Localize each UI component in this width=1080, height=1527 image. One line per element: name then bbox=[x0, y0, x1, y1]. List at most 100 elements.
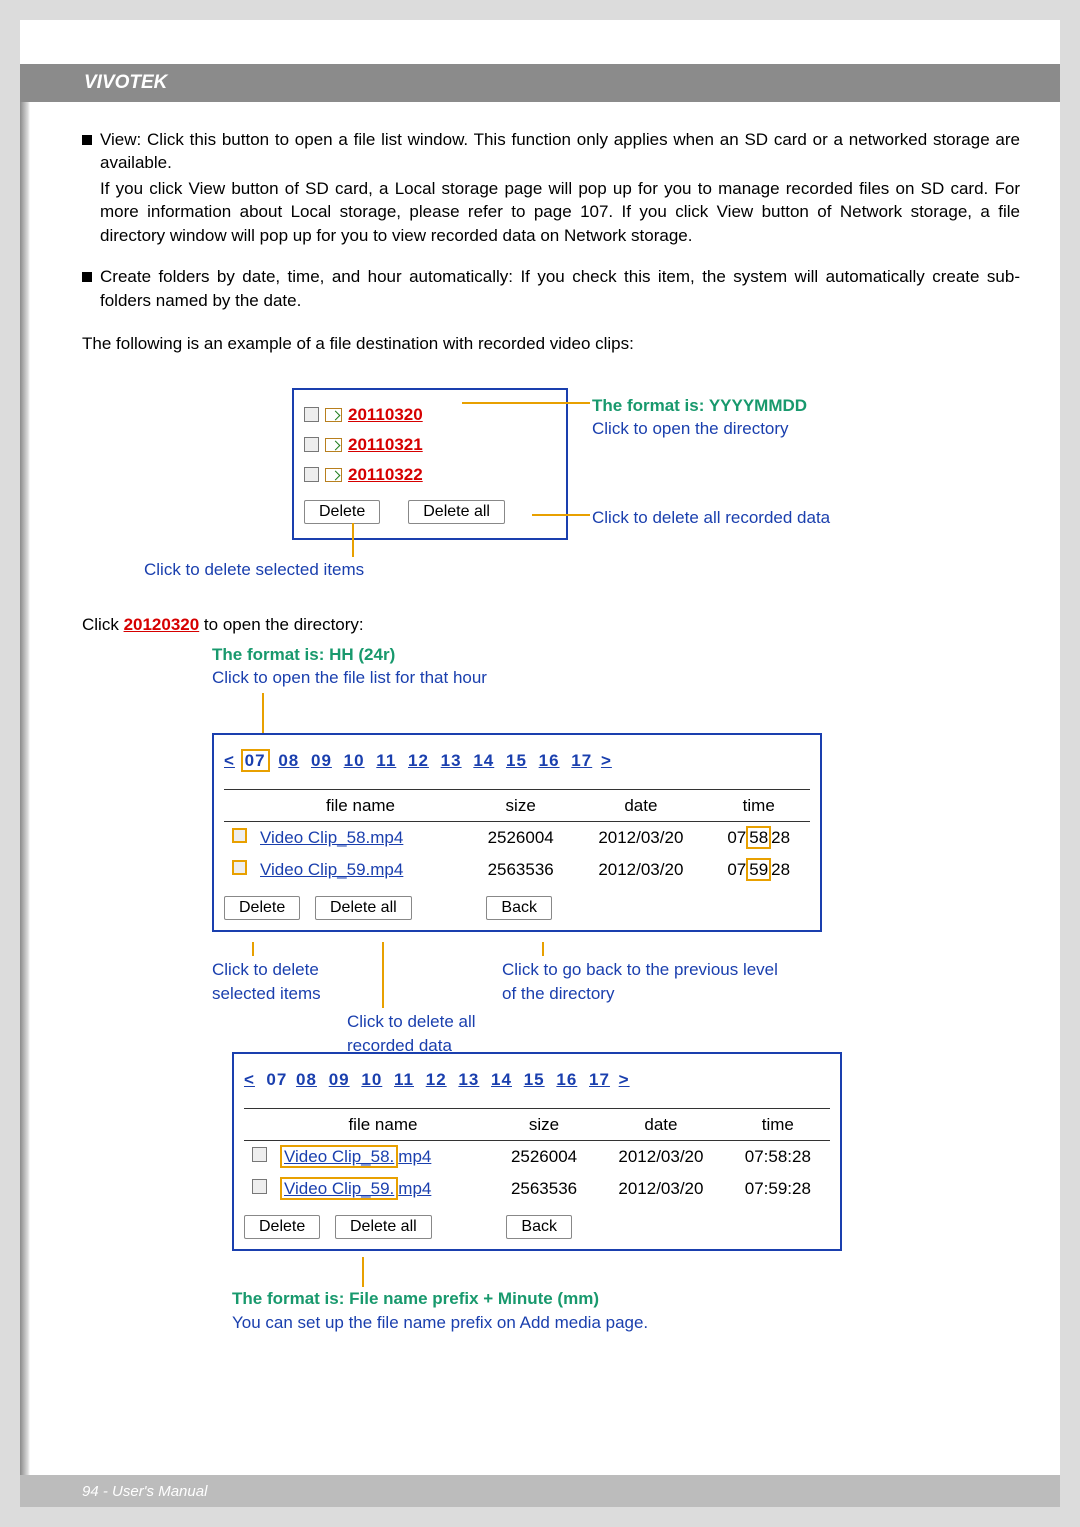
page: VIVOTEK View: Click this button to open … bbox=[20, 20, 1060, 1507]
hour-link[interactable]: 10 bbox=[361, 1070, 382, 1089]
checkbox-icon[interactable] bbox=[252, 1179, 267, 1194]
file-link[interactable]: Video Clip_58.mp4 bbox=[254, 822, 467, 854]
footer: 94 - User's Manual bbox=[20, 1475, 1060, 1507]
anno-format-prefix: The format is: File name prefix + Minute… bbox=[232, 1287, 1020, 1310]
hour-link[interactable]: 17 bbox=[571, 751, 592, 770]
anno-delete-sel2: Click to delete selected items bbox=[212, 958, 367, 1005]
anno-click-open: Click to open the directory bbox=[592, 417, 932, 440]
anno-format-hh: The format is: HH (24r) bbox=[212, 643, 1020, 666]
file-link[interactable]: Video Clip_59.mp4 bbox=[274, 1173, 492, 1204]
dir-item[interactable]: 20110321 bbox=[304, 430, 556, 460]
file-list-2: < 07 08 09 10 11 12 13 14 15 16 17 > fil… bbox=[232, 1052, 842, 1251]
hour-link[interactable]: 13 bbox=[441, 751, 462, 770]
table-row: Video Clip_58.mp4 2526004 2012/03/20 075… bbox=[224, 822, 810, 854]
delete-all-button[interactable]: Delete all bbox=[315, 896, 412, 920]
connector-line bbox=[262, 693, 264, 733]
connector-line bbox=[362, 1257, 364, 1287]
dir-item[interactable]: 20110320 bbox=[304, 400, 556, 430]
file-link[interactable]: Video Clip_58.mp4 bbox=[274, 1141, 492, 1173]
nav-prev[interactable]: < bbox=[244, 1070, 255, 1089]
checkbox-icon[interactable] bbox=[232, 828, 247, 843]
connector-line bbox=[382, 942, 384, 1008]
file-date: 2012/03/20 bbox=[596, 1173, 726, 1204]
anno-delete-all2: Click to delete all recorded data bbox=[347, 1010, 547, 1057]
checkbox-icon[interactable] bbox=[304, 437, 319, 452]
bullet-create: Create folders by date, time, and hour a… bbox=[82, 265, 1020, 312]
file-size: 2526004 bbox=[492, 1141, 596, 1173]
dir-link[interactable]: 20110322 bbox=[348, 463, 423, 486]
nav-prev[interactable]: < bbox=[224, 751, 235, 770]
hour-link[interactable]: 14 bbox=[473, 751, 494, 770]
hour-nav: < 07 08 09 10 11 12 13 14 15 16 17 > bbox=[244, 1068, 830, 1091]
connector-line bbox=[252, 942, 254, 956]
dir-link[interactable]: 20110321 bbox=[348, 433, 423, 456]
file-time: 075828 bbox=[707, 822, 810, 854]
hour-link[interactable]: 09 bbox=[329, 1070, 350, 1089]
folder-icon bbox=[325, 408, 342, 422]
delete-all-button[interactable]: Delete all bbox=[335, 1215, 432, 1239]
hour-link[interactable]: 16 bbox=[539, 751, 560, 770]
table1-annotations: Click to delete selected items Click to … bbox=[212, 942, 1020, 1052]
hour-link[interactable]: 11 bbox=[394, 1070, 414, 1089]
file-table: file name size date time Video Clip_58.m… bbox=[244, 1108, 830, 1204]
hour-link[interactable]: 15 bbox=[524, 1070, 545, 1089]
hour-07[interactable]: 07 bbox=[241, 749, 270, 772]
hour-link[interactable]: 11 bbox=[376, 751, 396, 770]
bullet-view-text: View: Click this button to open a file l… bbox=[100, 128, 1020, 175]
hour-link[interactable]: 12 bbox=[426, 1070, 447, 1089]
nav-next[interactable]: > bbox=[619, 1070, 630, 1089]
hour-link[interactable]: 15 bbox=[506, 751, 527, 770]
link-date[interactable]: 20120320 bbox=[124, 615, 200, 634]
anno-back: Click to go back to the previous level o… bbox=[502, 958, 782, 1005]
dir-item[interactable]: 20110322 bbox=[304, 460, 556, 490]
col-filename: file name bbox=[274, 1108, 492, 1140]
example-intro: The following is an example of a file de… bbox=[82, 332, 1020, 355]
checkbox-icon[interactable] bbox=[304, 407, 319, 422]
dir-link[interactable]: 20110320 bbox=[348, 403, 423, 426]
hour-link[interactable]: 13 bbox=[458, 1070, 479, 1089]
hour-link[interactable]: 14 bbox=[491, 1070, 512, 1089]
hour-link[interactable]: 17 bbox=[589, 1070, 610, 1089]
hour-link[interactable]: 10 bbox=[344, 751, 365, 770]
col-size: size bbox=[492, 1108, 596, 1140]
table-actions: Delete Delete all Back bbox=[244, 1214, 830, 1239]
hour-link[interactable]: 12 bbox=[408, 751, 429, 770]
checkbox-icon[interactable] bbox=[232, 860, 247, 875]
bullet-icon bbox=[82, 272, 92, 282]
table-row: Video Clip_59.mp4 2563536 2012/03/20 07:… bbox=[244, 1173, 830, 1204]
delete-button[interactable]: Delete bbox=[244, 1215, 320, 1239]
delete-button[interactable]: Delete bbox=[304, 500, 380, 524]
dir-actions: Delete Delete all bbox=[304, 500, 556, 524]
folder-icon bbox=[325, 468, 342, 482]
hour-link[interactable]: 09 bbox=[311, 751, 332, 770]
file-size: 2563536 bbox=[492, 1173, 596, 1204]
hour-link[interactable]: 08 bbox=[278, 751, 299, 770]
connector-line bbox=[542, 942, 544, 956]
dir-box: 20110320 20110321 20110322 Delete Delete… bbox=[292, 388, 568, 540]
file-time: 075928 bbox=[707, 854, 810, 885]
dir-example: 20110320 20110321 20110322 Delete Delete… bbox=[292, 388, 1020, 558]
file-table: file name size date time Video Clip_58.m… bbox=[224, 789, 810, 885]
anno-click-delete-all: Click to delete all recorded data bbox=[592, 506, 952, 529]
table-row: Video Clip_59.mp4 2563536 2012/03/20 075… bbox=[224, 854, 810, 885]
col-filename: file name bbox=[254, 789, 467, 821]
delete-all-button[interactable]: Delete all bbox=[408, 500, 505, 524]
click-open-line: Click 20120320 to open the directory: bbox=[82, 613, 1020, 636]
file-time: 07:59:28 bbox=[726, 1173, 830, 1204]
hour-nav: < 07 08 09 10 11 12 13 14 15 16 17 > bbox=[224, 749, 810, 772]
hour-link[interactable]: 08 bbox=[296, 1070, 317, 1089]
delete-button[interactable]: Delete bbox=[224, 896, 300, 920]
back-button[interactable]: Back bbox=[486, 896, 552, 920]
nav-next[interactable]: > bbox=[601, 751, 612, 770]
anno-hh-block: The format is: HH (24r) Click to open th… bbox=[212, 643, 1020, 734]
checkbox-icon[interactable] bbox=[252, 1147, 267, 1162]
bullet-view: View: Click this button to open a file l… bbox=[82, 128, 1020, 175]
connector-line bbox=[532, 514, 590, 516]
hour-link[interactable]: 16 bbox=[556, 1070, 577, 1089]
checkbox-icon[interactable] bbox=[304, 467, 319, 482]
table-header: file name size date time bbox=[224, 789, 810, 821]
col-date: date bbox=[574, 789, 707, 821]
back-button[interactable]: Back bbox=[506, 1215, 572, 1239]
left-gradient bbox=[20, 102, 30, 1507]
file-link[interactable]: Video Clip_59.mp4 bbox=[254, 854, 467, 885]
